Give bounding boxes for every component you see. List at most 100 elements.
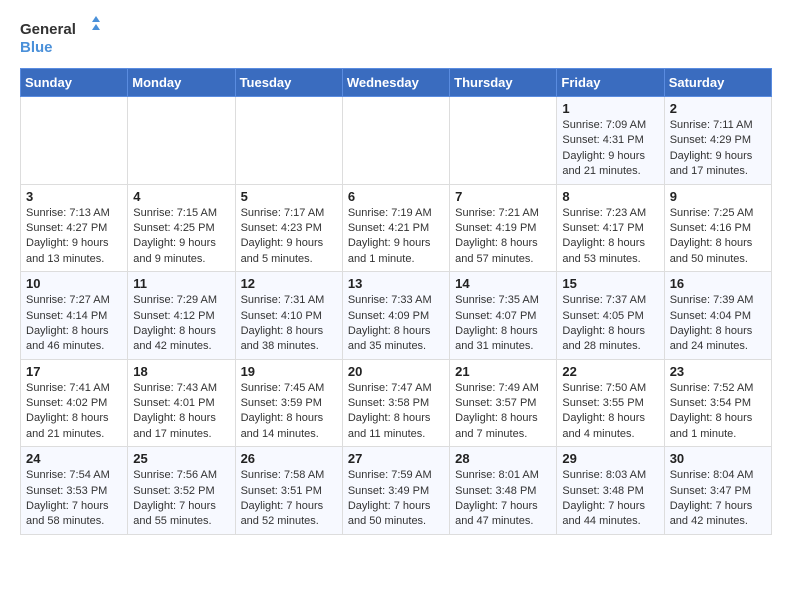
calendar-week-row: 10 Sunrise: 7:27 AM Sunset: 4:14 PM Dayli… <box>21 272 772 360</box>
day-number: 3 <box>26 189 122 204</box>
calendar-cell: 7 Sunrise: 7:21 AM Sunset: 4:19 PM Daylig… <box>450 184 557 272</box>
weekday-header: Thursday <box>450 69 557 97</box>
day-number: 25 <box>133 451 229 466</box>
weekday-header: Friday <box>557 69 664 97</box>
day-content: Sunrise: 7:23 AM Sunset: 4:17 PM Dayligh… <box>562 206 658 268</box>
calendar-cell: 12Sunrise: 7:31 AM Sunset: 4:10 PM Dayli… <box>235 272 342 360</box>
day-number: 24 <box>26 451 122 466</box>
calendar-header-row: SundayMondayTuesdayWednesdayThursdayFrid… <box>21 69 772 97</box>
day-content: Sunrise: 7:29 AM Sunset: 4:12 PM Dayligh… <box>133 293 229 355</box>
calendar-cell: 2 Sunrise: 7:11 AM Sunset: 4:29 PM Daylig… <box>664 97 771 185</box>
day-content: Sunrise: 8:03 AM Sunset: 3:48 PM Dayligh… <box>562 468 658 530</box>
calendar-cell: 14Sunrise: 7:35 AM Sunset: 4:07 PM Dayli… <box>450 272 557 360</box>
day-number: 19 <box>241 364 337 379</box>
day-number: 17 <box>26 364 122 379</box>
day-number: 13 <box>348 276 444 291</box>
day-content: Sunrise: 7:39 AM Sunset: 4:04 PM Dayligh… <box>670 293 766 355</box>
calendar-cell: 18Sunrise: 7:43 AM Sunset: 4:01 PM Dayli… <box>128 359 235 447</box>
day-number: 30 <box>670 451 766 466</box>
day-number: 26 <box>241 451 337 466</box>
calendar-cell: 1Sunrise: 7:09 AM Sunset: 4:31 PM Daylig… <box>557 97 664 185</box>
calendar-week-row: 3 Sunrise: 7:13 AM Sunset: 4:27 PM Daylig… <box>21 184 772 272</box>
calendar-cell: 15 Sunrise: 7:37 AM Sunset: 4:05 PM Dayli… <box>557 272 664 360</box>
day-number: 16 <box>670 276 766 291</box>
day-content: Sunrise: 7:11 AM Sunset: 4:29 PM Dayligh… <box>670 118 766 180</box>
calendar-cell <box>342 97 449 185</box>
calendar-cell: 30 Sunrise: 8:04 AM Sunset: 3:47 PM Dayli… <box>664 447 771 535</box>
calendar-cell: 20 Sunrise: 7:47 AM Sunset: 3:58 PM Dayli… <box>342 359 449 447</box>
day-content: Sunrise: 7:45 AM Sunset: 3:59 PM Dayligh… <box>241 381 337 443</box>
calendar-cell: 3 Sunrise: 7:13 AM Sunset: 4:27 PM Daylig… <box>21 184 128 272</box>
day-number: 5 <box>241 189 337 204</box>
day-content: Sunrise: 7:50 AM Sunset: 3:55 PM Dayligh… <box>562 381 658 443</box>
day-content: Sunrise: 7:58 AM Sunset: 3:51 PM Dayligh… <box>241 468 337 530</box>
day-content: Sunrise: 7:33 AM Sunset: 4:09 PM Dayligh… <box>348 293 444 355</box>
day-content: Sunrise: 8:01 AM Sunset: 3:48 PM Dayligh… <box>455 468 551 530</box>
calendar-cell: 23Sunrise: 7:52 AM Sunset: 3:54 PM Dayli… <box>664 359 771 447</box>
weekday-header: Wednesday <box>342 69 449 97</box>
calendar-cell: 5 Sunrise: 7:17 AM Sunset: 4:23 PM Daylig… <box>235 184 342 272</box>
svg-text:General: General <box>20 21 76 38</box>
calendar-week-row: 24 Sunrise: 7:54 AM Sunset: 3:53 PM Dayli… <box>21 447 772 535</box>
day-content: Sunrise: 7:13 AM Sunset: 4:27 PM Dayligh… <box>26 206 122 268</box>
weekday-header: Sunday <box>21 69 128 97</box>
day-content: Sunrise: 7:21 AM Sunset: 4:19 PM Dayligh… <box>455 206 551 268</box>
day-number: 15 <box>562 276 658 291</box>
svg-text:Blue: Blue <box>20 39 53 56</box>
day-content: Sunrise: 7:15 AM Sunset: 4:25 PM Dayligh… <box>133 206 229 268</box>
day-number: 11 <box>133 276 229 291</box>
calendar-cell: 9Sunrise: 7:25 AM Sunset: 4:16 PM Daylig… <box>664 184 771 272</box>
day-content: Sunrise: 7:25 AM Sunset: 4:16 PM Dayligh… <box>670 206 766 268</box>
day-content: Sunrise: 7:19 AM Sunset: 4:21 PM Dayligh… <box>348 206 444 268</box>
calendar-cell: 28 Sunrise: 8:01 AM Sunset: 3:48 PM Dayli… <box>450 447 557 535</box>
calendar-cell: 22 Sunrise: 7:50 AM Sunset: 3:55 PM Dayli… <box>557 359 664 447</box>
day-number: 27 <box>348 451 444 466</box>
header: General Blue <box>20 16 772 60</box>
logo-svg: General Blue <box>20 16 100 60</box>
calendar-cell <box>235 97 342 185</box>
day-content: Sunrise: 7:56 AM Sunset: 3:52 PM Dayligh… <box>133 468 229 530</box>
day-number: 2 <box>670 101 766 116</box>
calendar-cell: 13 Sunrise: 7:33 AM Sunset: 4:09 PM Dayli… <box>342 272 449 360</box>
day-number: 22 <box>562 364 658 379</box>
calendar-cell: 26 Sunrise: 7:58 AM Sunset: 3:51 PM Dayli… <box>235 447 342 535</box>
weekday-header: Saturday <box>664 69 771 97</box>
day-content: Sunrise: 8:04 AM Sunset: 3:47 PM Dayligh… <box>670 468 766 530</box>
calendar-cell: 10 Sunrise: 7:27 AM Sunset: 4:14 PM Dayli… <box>21 272 128 360</box>
day-content: Sunrise: 7:47 AM Sunset: 3:58 PM Dayligh… <box>348 381 444 443</box>
calendar-cell: 17Sunrise: 7:41 AM Sunset: 4:02 PM Dayli… <box>21 359 128 447</box>
logo: General Blue <box>20 16 100 60</box>
day-content: Sunrise: 7:27 AM Sunset: 4:14 PM Dayligh… <box>26 293 122 355</box>
day-content: Sunrise: 7:09 AM Sunset: 4:31 PM Dayligh… <box>562 118 658 180</box>
calendar-cell: 16 Sunrise: 7:39 AM Sunset: 4:04 PM Dayli… <box>664 272 771 360</box>
calendar-table: SundayMondayTuesdayWednesdayThursdayFrid… <box>20 68 772 535</box>
calendar-cell: 4 Sunrise: 7:15 AM Sunset: 4:25 PM Daylig… <box>128 184 235 272</box>
calendar-cell: 25 Sunrise: 7:56 AM Sunset: 3:52 PM Dayli… <box>128 447 235 535</box>
day-number: 23 <box>670 364 766 379</box>
day-content: Sunrise: 7:59 AM Sunset: 3:49 PM Dayligh… <box>348 468 444 530</box>
day-number: 20 <box>348 364 444 379</box>
day-content: Sunrise: 7:54 AM Sunset: 3:53 PM Dayligh… <box>26 468 122 530</box>
day-number: 4 <box>133 189 229 204</box>
day-number: 6 <box>348 189 444 204</box>
calendar-week-row: 17Sunrise: 7:41 AM Sunset: 4:02 PM Dayli… <box>21 359 772 447</box>
weekday-header: Monday <box>128 69 235 97</box>
day-content: Sunrise: 7:49 AM Sunset: 3:57 PM Dayligh… <box>455 381 551 443</box>
calendar-cell: 8Sunrise: 7:23 AM Sunset: 4:17 PM Daylig… <box>557 184 664 272</box>
day-number: 12 <box>241 276 337 291</box>
day-number: 18 <box>133 364 229 379</box>
day-content: Sunrise: 7:17 AM Sunset: 4:23 PM Dayligh… <box>241 206 337 268</box>
day-number: 10 <box>26 276 122 291</box>
calendar-cell: 21 Sunrise: 7:49 AM Sunset: 3:57 PM Dayli… <box>450 359 557 447</box>
calendar-cell: 29Sunrise: 8:03 AM Sunset: 3:48 PM Dayli… <box>557 447 664 535</box>
calendar-cell <box>21 97 128 185</box>
calendar-cell: 6 Sunrise: 7:19 AM Sunset: 4:21 PM Daylig… <box>342 184 449 272</box>
day-number: 28 <box>455 451 551 466</box>
calendar-cell: 11 Sunrise: 7:29 AM Sunset: 4:12 PM Dayli… <box>128 272 235 360</box>
calendar-cell <box>128 97 235 185</box>
day-content: Sunrise: 7:35 AM Sunset: 4:07 PM Dayligh… <box>455 293 551 355</box>
calendar-cell <box>450 97 557 185</box>
day-number: 7 <box>455 189 551 204</box>
day-content: Sunrise: 7:37 AM Sunset: 4:05 PM Dayligh… <box>562 293 658 355</box>
day-number: 21 <box>455 364 551 379</box>
